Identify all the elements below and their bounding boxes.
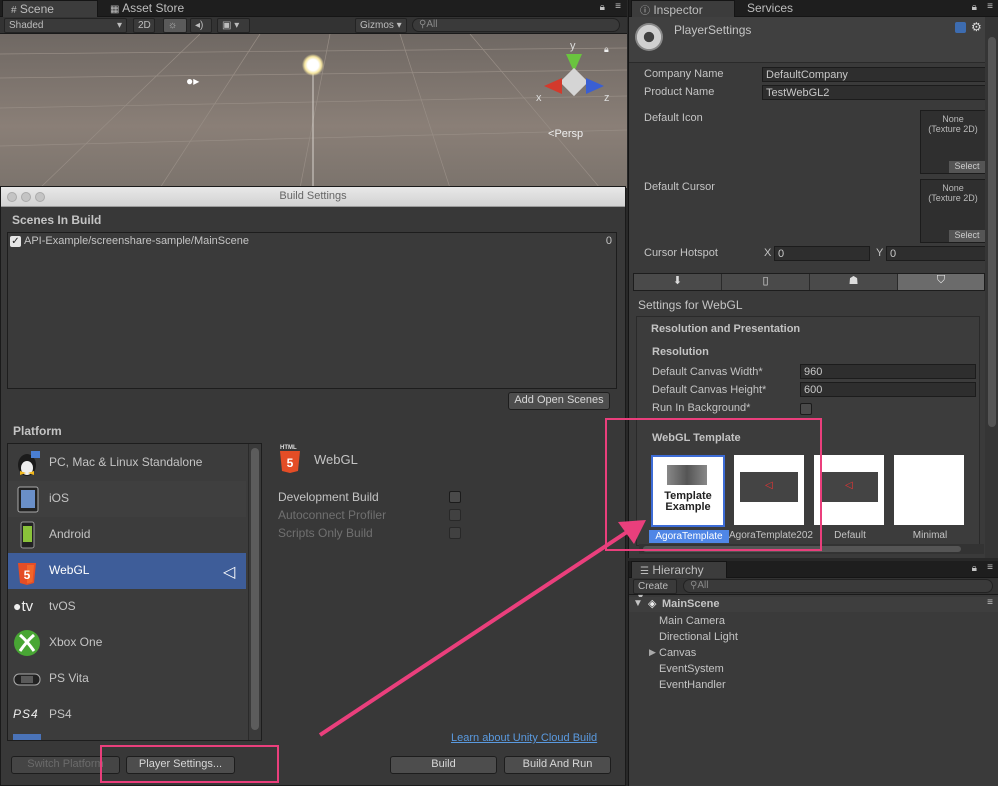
arrow-head: [618, 520, 646, 544]
arrow-shaft: [318, 528, 632, 737]
annotation-arrow: [318, 520, 646, 737]
